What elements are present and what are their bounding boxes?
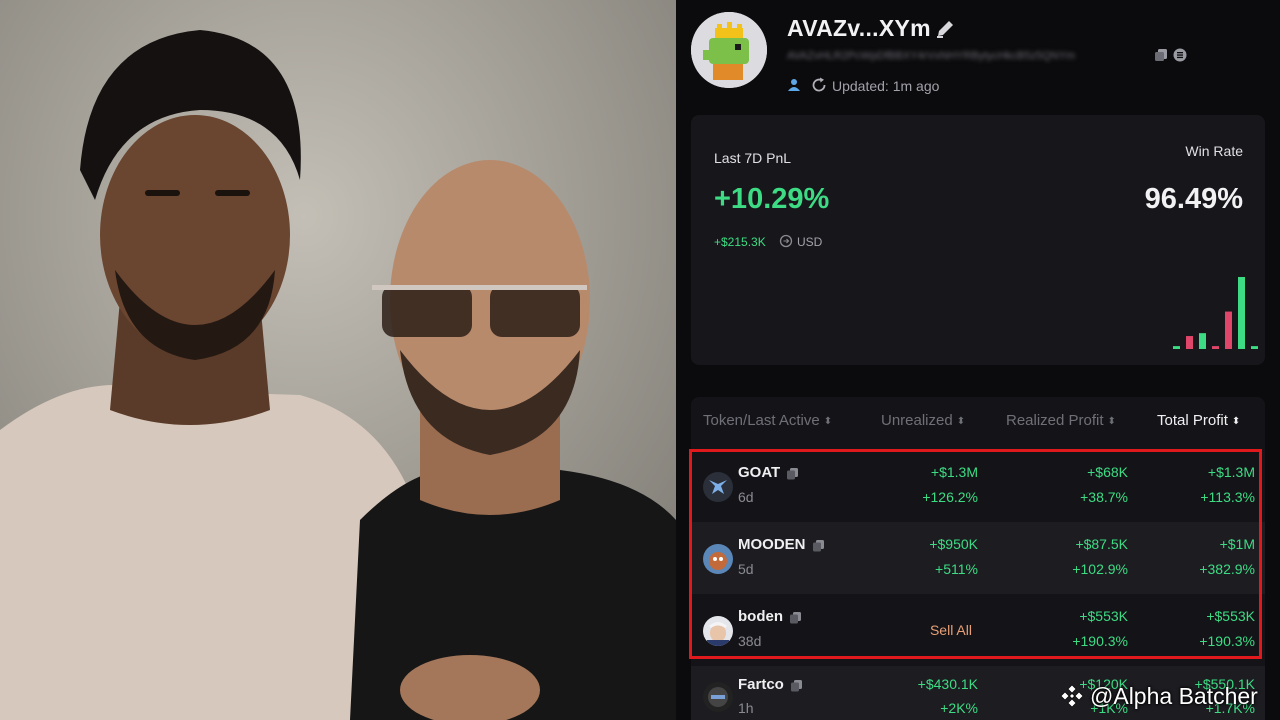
token-name: boden [738, 608, 802, 625]
table-row[interactable]: GOAT 6d +$1.3M +126.2% +$68K +38.7% +$1.… [691, 450, 1265, 522]
wallet-name: AVAZv...XYm [787, 15, 931, 41]
realized-usd: +$68K [1087, 464, 1128, 480]
copy-icon[interactable] [812, 539, 825, 552]
photo-illustration [0, 0, 676, 720]
pnl-bar [1238, 277, 1245, 349]
pnl-bar [1225, 311, 1232, 349]
header-total[interactable]: Total Profit ⬍ [1157, 412, 1240, 429]
pnl-label: Last 7D PnL [714, 150, 792, 166]
realized-usd: +$87.5K [1075, 536, 1128, 552]
total-pct: +382.9% [1199, 561, 1255, 577]
binance-logo-icon [1060, 684, 1084, 708]
unrealized-pct: +2K% [940, 700, 978, 716]
goat-token-icon [703, 472, 733, 502]
total-usd: +$1M [1219, 536, 1255, 552]
pnl-bar-chart [1173, 277, 1258, 349]
total-usd: +$1.3M [1207, 464, 1255, 480]
last-active: 1h [738, 700, 754, 716]
pnl-value: +10.29% [714, 183, 830, 215]
table-row[interactable]: boden 38d Sell All +$553K +190.3% +$553K… [691, 594, 1265, 666]
total-usd: +$553K [1206, 608, 1255, 624]
pnl-bar [1251, 346, 1258, 349]
mooden-token-icon [703, 544, 733, 574]
table-row[interactable]: MOODEN 5d +$950K +511% +$87.5K +102.9% +… [691, 522, 1265, 594]
pnl-bar [1199, 333, 1206, 349]
token-name: Fartco [738, 676, 803, 693]
last-active: 5d [738, 561, 754, 577]
winrate-label: Win Rate [1185, 143, 1243, 159]
sort-icon: ⬍ [956, 415, 966, 427]
header-realized[interactable]: Realized Profit ⬍ [1006, 412, 1116, 429]
sort-icon: ⬍ [823, 415, 833, 427]
unrealized-pct: +511% [935, 561, 978, 577]
copy-icon[interactable] [786, 467, 799, 480]
realized-pct: +190.3% [1072, 633, 1128, 649]
fartco-token-icon [703, 682, 733, 712]
unrealized-usd: +$950K [929, 536, 978, 552]
edit-icon[interactable] [934, 18, 956, 40]
unrealized-usd: +$1.3M [930, 464, 978, 480]
sell-all-label: Sell All [929, 622, 972, 638]
currency-label: USD [797, 235, 823, 249]
last-active: 38d [738, 633, 762, 649]
updated-status: Updated: 1m ago [832, 78, 940, 94]
wallet-avatar [691, 12, 767, 88]
pnl-card: Last 7D PnL Win Rate +10.29% 96.49% +$21… [691, 115, 1265, 365]
unrealized-pct: +126.2% [922, 489, 978, 505]
pnl-bar [1186, 336, 1193, 349]
copy-icon[interactable] [789, 611, 802, 624]
currency-toggle-icon[interactable] [779, 234, 793, 248]
realized-usd: +$553K [1079, 608, 1128, 624]
copy-icon[interactable] [1154, 48, 1168, 62]
refresh-icon[interactable] [810, 76, 828, 94]
total-pct: +190.3% [1199, 633, 1255, 649]
last-active: 6d [738, 489, 754, 505]
boden-token-icon [703, 616, 733, 646]
pnl-bar [1173, 346, 1180, 349]
header-token[interactable]: Token/Last Active ⬍ [703, 412, 832, 429]
winrate-value: 96.49% [1144, 183, 1243, 215]
photo-two-men [0, 0, 676, 720]
watermark-text: @Alpha Batcher [1090, 683, 1258, 709]
total-pct: +113.3% [1200, 489, 1255, 505]
list-icon[interactable] [1173, 48, 1187, 62]
realized-pct: +38.7% [1080, 489, 1128, 505]
wallet-address: AVAZvHLR2PcWpDfBBXY4rVxNHYRBytycHkcB5z5Q… [787, 50, 1076, 62]
header-unrealized[interactable]: Unrealized ⬍ [881, 412, 965, 429]
sort-icon: ⬍ [1107, 415, 1116, 427]
realized-pct: +102.9% [1072, 561, 1128, 577]
wallet-panel: AVAZv...XYm AVAZvHLR2PcWpDfBBXY4rVxNHYRB… [676, 0, 1280, 720]
user-icon [788, 79, 800, 91]
pnl-usd-value: +$215.3K [714, 235, 766, 249]
sort-desc-icon: ⬍ [1231, 415, 1241, 427]
copy-icon[interactable] [790, 679, 803, 692]
token-name: MOODEN [738, 536, 825, 553]
token-name: GOAT [738, 464, 799, 481]
token-table: Token/Last Active ⬍ Unrealized ⬍ Realized … [691, 397, 1265, 720]
unrealized-usd: +$430.1K [917, 676, 978, 692]
pnl-bar [1212, 346, 1219, 349]
